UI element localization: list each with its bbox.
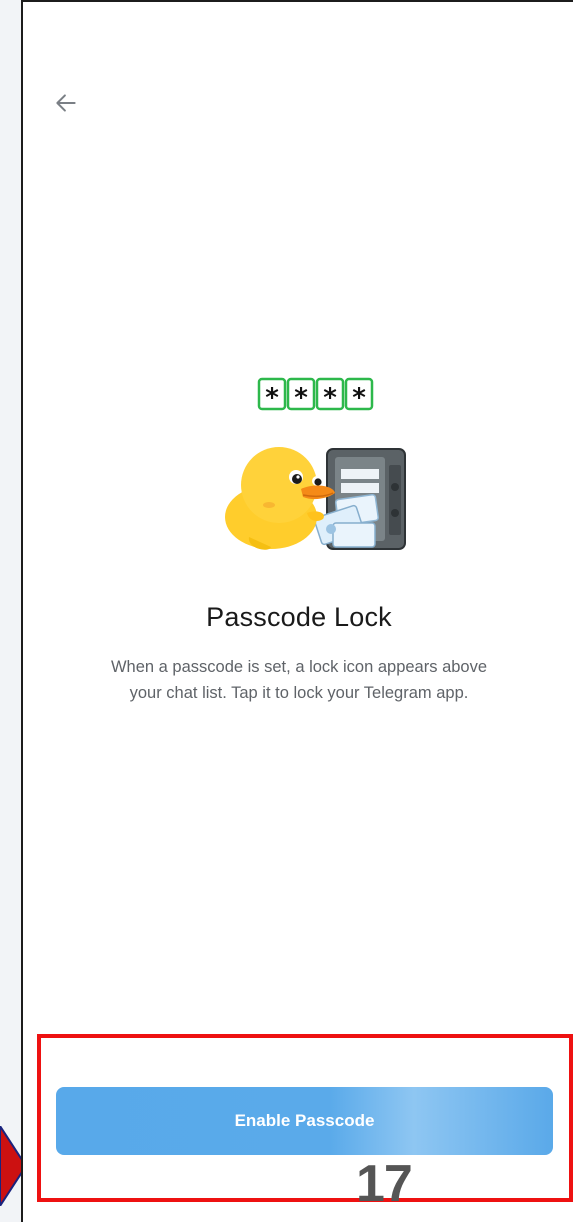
passcode-char: *: [352, 383, 366, 413]
passcode-boxes: * * * *: [257, 377, 374, 413]
screenshot-frame: * * * * Passcode Lock When a passcode is…: [0, 0, 573, 1222]
passcode-char: *: [294, 383, 308, 413]
passcode-char: *: [323, 383, 337, 413]
passcode-char: *: [265, 383, 279, 413]
enable-passcode-button[interactable]: Enable Passcode: [56, 1087, 553, 1155]
page-title: Passcode Lock: [206, 602, 392, 632]
page-description: When a passcode is set, a lock icon appe…: [110, 658, 488, 702]
duck-safe-sticker-icon: * * * *: [225, 377, 406, 550]
back-arrow-icon[interactable]: [53, 90, 79, 116]
step-number: 17: [356, 1155, 413, 1213]
documents-icon: [313, 493, 379, 548]
